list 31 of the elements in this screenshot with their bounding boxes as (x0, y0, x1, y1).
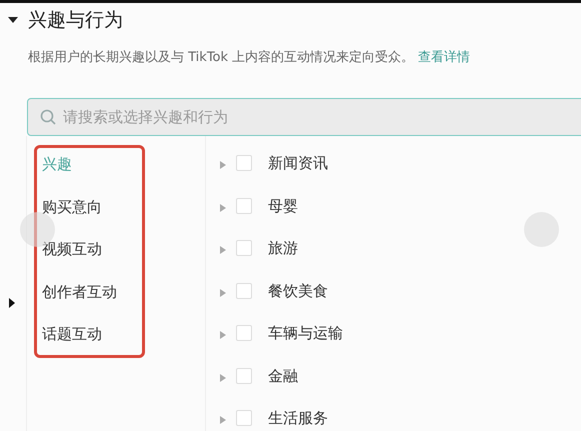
option-label: 车辆与运输 (268, 324, 343, 342)
category-item[interactable]: 话题互动 (27, 324, 205, 366)
expand-arrow-icon[interactable] (220, 246, 226, 254)
option-label: 生活服务 (268, 409, 328, 427)
expand-arrow-icon[interactable] (220, 161, 226, 169)
checkbox[interactable] (236, 325, 252, 341)
option-label: 金融 (268, 366, 298, 384)
checkbox[interactable] (236, 240, 252, 256)
option-label: 餐饮美食 (268, 282, 328, 300)
caret-icon[interactable] (8, 15, 18, 25)
category-item[interactable]: 视频互动 (27, 239, 205, 282)
search-icon (40, 109, 56, 125)
search-field[interactable]: 请搜索或选择兴趣和行为 (27, 98, 581, 136)
option-label: 旅游 (268, 239, 298, 257)
expand-arrow-icon[interactable] (220, 204, 226, 212)
expand-arrow-icon[interactable] (220, 331, 226, 339)
play-icon[interactable] (9, 298, 15, 308)
category-item[interactable]: 创作者互动 (27, 282, 205, 324)
checkbox[interactable] (236, 410, 252, 426)
expand-arrow-icon[interactable] (220, 374, 226, 382)
checkbox[interactable] (236, 155, 252, 171)
expand-arrow-icon[interactable] (220, 416, 226, 424)
checkbox[interactable] (236, 282, 252, 298)
category-item[interactable]: 购买意向 (27, 196, 205, 239)
description: 根据用户的长期兴趣以及与 TikTok 上内容的互动情况来定向受众。 (28, 50, 414, 65)
section-title: 兴趣与行为 (28, 8, 123, 33)
expand-arrow-icon[interactable] (220, 288, 226, 296)
checkbox[interactable] (236, 368, 252, 384)
option-label: 母婴 (268, 196, 298, 214)
checkbox[interactable] (236, 198, 252, 214)
option-label: 新闻资讯 (268, 154, 328, 172)
